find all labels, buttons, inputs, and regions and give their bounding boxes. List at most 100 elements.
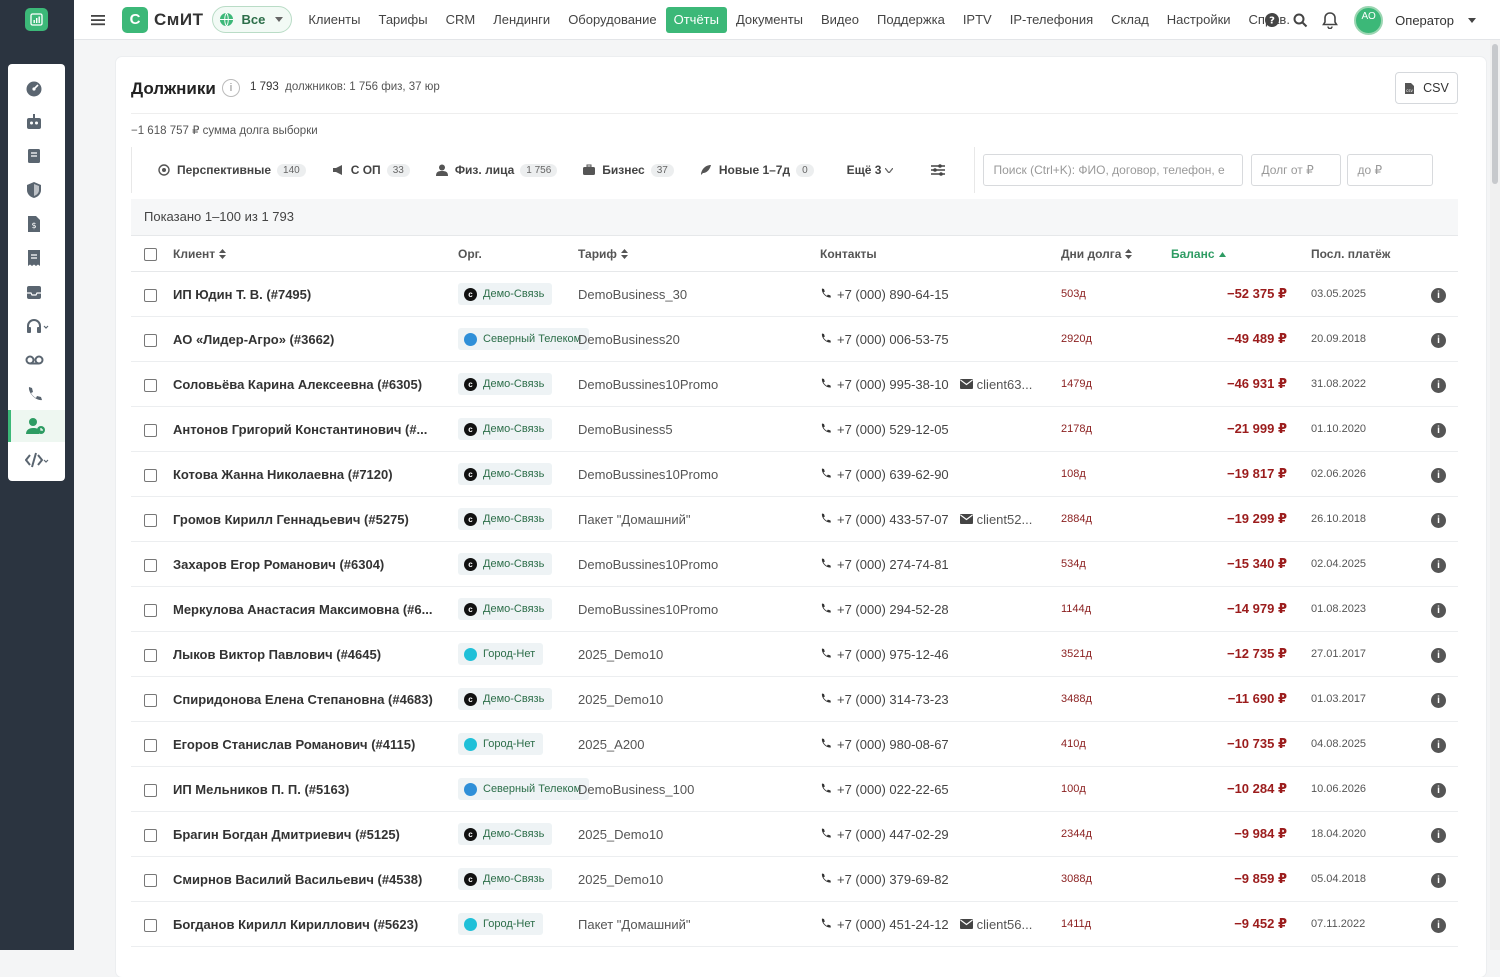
filter-chip-2[interactable]: Физ. лица 1 756 [435, 163, 558, 177]
info-icon[interactable]: i [1431, 287, 1446, 303]
scrollbar-thumb[interactable] [1492, 44, 1498, 184]
file-icon[interactable]: $ [8, 208, 65, 240]
info-icon[interactable]: i [222, 79, 240, 97]
csv-export-button[interactable]: csv CSV [1395, 72, 1458, 104]
table-row[interactable]: Егоров Станислав Романович (#4115) Город-… [131, 721, 1458, 767]
book-icon[interactable] [8, 140, 65, 172]
user-clock-icon[interactable] [8, 410, 65, 442]
phone[interactable]: +7 (000) 975-12-46 [837, 647, 949, 662]
client-name[interactable]: Меркулова Анастасия Максимовна (#6... [173, 586, 458, 632]
phone[interactable]: +7 (000) 314-73-23 [837, 692, 949, 707]
phone[interactable]: +7 (000) 995-38-10 [837, 377, 949, 392]
nav-item-12[interactable]: Настройки [1167, 7, 1231, 33]
row-checkbox[interactable] [144, 693, 157, 707]
client-name[interactable]: Соловьёва Карина Алексеевна (#6305) [173, 361, 458, 407]
phone[interactable]: +7 (000) 022-22-65 [837, 782, 949, 797]
phone[interactable]: +7 (000) 451-24-12 [837, 917, 949, 932]
table-row[interactable]: Лыков Виктор Павлович (#4645) Город-Нет 20… [131, 631, 1458, 677]
info-icon[interactable]: i [1431, 512, 1446, 528]
table-row[interactable]: Богданов Кирилл Кириллович (#5623) Город-… [131, 901, 1458, 947]
client-name[interactable]: Лыков Виктор Павлович (#4645) [173, 631, 458, 677]
row-checkbox[interactable] [144, 603, 157, 617]
brand[interactable]: С СмИТ [122, 6, 203, 33]
menu-icon[interactable] [80, 14, 116, 26]
phone-icon[interactable] [8, 378, 65, 410]
headset-icon[interactable] [8, 310, 65, 342]
client-name[interactable]: Егоров Станислав Романович (#4115) [173, 721, 458, 767]
col-tariff[interactable]: Тариф [578, 235, 820, 272]
table-row[interactable]: ИП Мельников П. П. (#5163) Северный Телек… [131, 766, 1458, 812]
robot-icon[interactable] [8, 106, 65, 138]
col-client[interactable]: Клиент [173, 235, 458, 272]
phone[interactable]: +7 (000) 980-08-67 [837, 737, 949, 752]
row-checkbox[interactable] [144, 738, 157, 752]
row-checkbox[interactable] [144, 648, 157, 662]
nav-item-1[interactable]: Тарифы [378, 7, 427, 33]
debt-to-input[interactable]: до ₽ [1347, 154, 1434, 186]
filter-chip-4[interactable]: Новые 1–7д 0 [700, 163, 814, 177]
row-checkbox[interactable] [144, 918, 157, 932]
info-icon[interactable]: i [1431, 872, 1446, 888]
nav-item-9[interactable]: IPTV [963, 7, 992, 33]
code-icon[interactable] [8, 444, 65, 476]
nav-item-0[interactable]: Клиенты [308, 7, 360, 33]
filter-chip-3[interactable]: Бизнес 37 [583, 163, 674, 177]
phone[interactable]: +7 (000) 529-12-05 [837, 422, 949, 437]
select-all-checkbox[interactable] [144, 247, 157, 261]
client-name[interactable]: Антонов Григорий Константинович (#... [173, 406, 458, 452]
debt-from-input[interactable]: Долг от ₽ [1251, 154, 1342, 186]
col-balance[interactable]: Баланс [1171, 235, 1301, 272]
voicemail-icon[interactable] [8, 344, 65, 376]
nav-item-10[interactable]: IP-телефония [1010, 7, 1093, 33]
client-name[interactable]: ИП Мельников П. П. (#5163) [173, 766, 458, 812]
table-row[interactable]: Громов Кирилл Геннадьевич (#5275) c Демо-С… [131, 496, 1458, 542]
info-icon[interactable]: i [1431, 827, 1446, 843]
table-row[interactable]: Спиридонова Елена Степановна (#4683) c Дем… [131, 676, 1458, 722]
nav-item-6[interactable]: Документы [736, 7, 803, 33]
info-icon[interactable]: i [1431, 467, 1446, 483]
client-name[interactable]: Брагин Богдан Дмитриевич (#5125) [173, 811, 458, 857]
receipt-icon[interactable] [8, 242, 65, 274]
info-icon[interactable]: i [1431, 377, 1446, 393]
shield-icon[interactable] [8, 174, 65, 206]
col-last-payment[interactable]: Посл. платёж [1301, 235, 1419, 272]
search-icon[interactable] [1293, 13, 1308, 28]
table-row[interactable]: Брагин Богдан Дмитриевич (#5125) c Демо-Св… [131, 811, 1458, 857]
client-name[interactable]: Богданов Кирилл Кириллович (#5623) [173, 901, 458, 947]
nav-item-4[interactable]: Оборудование [568, 7, 656, 33]
table-row[interactable]: Меркулова Анастасия Максимовна (#6... c Де… [131, 586, 1458, 632]
client-name[interactable]: Спиридонова Елена Степановна (#4683) [173, 676, 458, 722]
email[interactable]: client63... [977, 377, 1033, 392]
filter-chip-1[interactable]: С ОП 33 [332, 163, 410, 177]
scope-selector[interactable]: Все [212, 6, 293, 33]
nav-item-8[interactable]: Поддержка [877, 7, 945, 33]
phone[interactable]: +7 (000) 006-53-75 [837, 332, 949, 347]
phone[interactable]: +7 (000) 890-64-15 [837, 287, 949, 302]
row-checkbox[interactable] [144, 468, 157, 482]
client-name[interactable]: Захаров Егор Романович (#6304) [173, 541, 458, 587]
table-row[interactable]: Смирнов Василий Васильевич (#4538) c Демо-… [131, 856, 1458, 902]
nav-item-2[interactable]: CRM [446, 7, 476, 33]
client-name[interactable]: Громов Кирилл Геннадьевич (#5275) [173, 496, 458, 542]
info-icon[interactable]: i [1431, 557, 1446, 573]
filter-chip-0[interactable]: Перспективные 140 [158, 163, 306, 177]
more-filters-dropdown[interactable]: Ещё 3 [847, 163, 894, 177]
info-icon[interactable]: i [1431, 782, 1446, 798]
sliders-icon[interactable] [931, 164, 946, 176]
row-checkbox[interactable] [144, 873, 157, 887]
avatar[interactable]: АО [1354, 5, 1384, 35]
nav-item-5[interactable]: Отчёты [665, 6, 727, 33]
client-name[interactable]: АО «Лидер-Агро» (#3662) [173, 316, 458, 362]
client-name[interactable]: ИП Юдин Т. В. (#7495) [173, 271, 458, 317]
info-icon[interactable]: i [1431, 647, 1446, 663]
table-row[interactable]: АО «Лидер-Агро» (#3662) Северный Телеком D… [131, 316, 1458, 362]
row-checkbox[interactable] [144, 333, 157, 347]
client-name[interactable]: Котова Жанна Николаевна (#7120) [173, 451, 458, 497]
nav-item-7[interactable]: Видео [821, 7, 859, 33]
dashboard-icon[interactable] [8, 72, 65, 104]
table-row[interactable]: Антонов Григорий Константинович (#... c Де… [131, 406, 1458, 452]
row-checkbox[interactable] [144, 378, 157, 392]
col-days[interactable]: Дни долга [1061, 235, 1171, 272]
email[interactable]: client56... [977, 917, 1033, 932]
info-icon[interactable]: i [1431, 422, 1446, 438]
